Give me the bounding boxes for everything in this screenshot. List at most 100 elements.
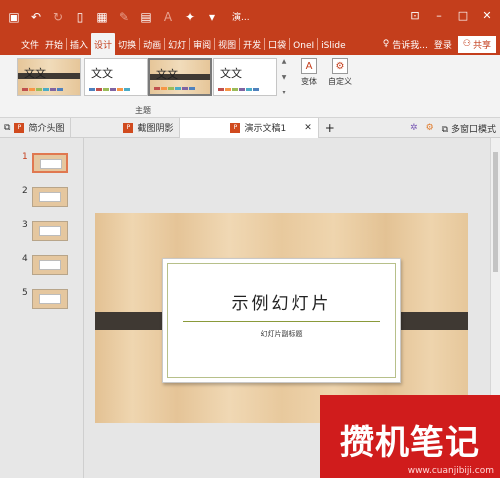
- slide-thumbnail[interactable]: 1: [0, 148, 84, 176]
- variants-label: 变体: [301, 77, 317, 86]
- doc-tabs-right: ✲ ⚙ ⧉ 多窗口模式: [410, 118, 496, 138]
- tab-view[interactable]: 视图: [215, 33, 239, 55]
- slide-number: 5: [22, 288, 28, 298]
- theme-option-3-selected[interactable]: 文文: [148, 58, 212, 96]
- ribbon-display-icon[interactable]: ⊡: [408, 8, 422, 22]
- add-tab-icon[interactable]: +: [325, 121, 335, 135]
- tab-file[interactable]: 文件: [18, 33, 42, 55]
- lightbulb-icon: ♀: [382, 39, 390, 49]
- multi-window-label: 多窗口模式: [450, 124, 496, 135]
- powerpoint-icon: P: [123, 122, 134, 133]
- theme-color-bars: [22, 88, 63, 91]
- tab-islide[interactable]: iSlide: [318, 33, 348, 55]
- gallery-more-icon[interactable]: ▾: [282, 89, 285, 96]
- theme-label: 文文: [156, 68, 178, 81]
- tabs-right: ♀ 告诉我... 登录 ⚇ 共享: [383, 35, 496, 53]
- theme-gallery-scroll: ▲ ▼ ▾: [280, 58, 288, 96]
- more-icon[interactable]: ▾: [204, 9, 220, 25]
- customize-icon: ⚙: [332, 58, 348, 74]
- slide-preview: [32, 289, 68, 309]
- tab-animations[interactable]: 动画: [140, 33, 164, 55]
- slide-preview-card: [39, 192, 61, 202]
- format-painter-icon[interactable]: ✎: [116, 9, 132, 25]
- picture-icon[interactable]: ▤: [138, 9, 154, 25]
- present-icon[interactable]: ▦: [94, 9, 110, 25]
- theme-label: 文文: [220, 67, 242, 80]
- slide-thumbnail[interactable]: 4: [0, 250, 84, 278]
- slide-right-band: [392, 312, 468, 330]
- share-label: 共享: [472, 40, 491, 51]
- save-icon[interactable]: ▣: [6, 9, 22, 25]
- variants-button[interactable]: A 变体: [294, 58, 324, 87]
- slide-thumbnail[interactable]: 2: [0, 182, 84, 210]
- tab-insert[interactable]: 插入: [67, 33, 91, 55]
- tab-review[interactable]: 审阅: [190, 33, 214, 55]
- quick-access-toolbar: ▣ ↶ ↻ ▯ ▦ ✎ ▤ A ✦ ▾ 演... ⊡ – □ ✕: [0, 0, 500, 33]
- theme-option-4[interactable]: 文文: [213, 58, 277, 96]
- scroll-up-icon[interactable]: ▲: [282, 58, 287, 65]
- customize-label: 自定义: [328, 77, 352, 86]
- scroll-down-icon[interactable]: ▼: [282, 74, 287, 81]
- slide-preview: [32, 255, 68, 275]
- tab-design[interactable]: 设计: [91, 33, 116, 55]
- redo-icon[interactable]: ↻: [50, 9, 66, 25]
- slide-preview: [32, 153, 68, 173]
- variants-icon: A: [301, 58, 317, 74]
- maximize-icon[interactable]: □: [456, 8, 470, 22]
- multi-window-button[interactable]: ⧉ 多窗口模式: [442, 122, 496, 135]
- tab-developer[interactable]: 开发: [240, 33, 264, 55]
- close-icon[interactable]: ✕: [480, 8, 494, 22]
- minimize-icon[interactable]: –: [432, 8, 446, 22]
- new-icon[interactable]: ▯: [72, 9, 88, 25]
- slide-title[interactable]: 示例幻灯片: [163, 289, 400, 314]
- slide-canvas[interactable]: 示例幻灯片 幻灯片副标题: [95, 213, 468, 423]
- slide-left-band: [95, 312, 171, 330]
- doc-tab-2[interactable]: P 截图阴影: [71, 117, 181, 138]
- tab-transitions[interactable]: 切换: [115, 33, 139, 55]
- theme-color-bars: [89, 88, 130, 91]
- tab-onenote[interactable]: OneI: [290, 33, 317, 55]
- watermark-logo: 攒机笔记 www.cuanjibiji.com: [320, 395, 500, 478]
- slide-thumbnail-pane: 1 2 3 4 5: [0, 138, 84, 478]
- close-tab-icon[interactable]: ✕: [304, 123, 312, 133]
- tell-me-box[interactable]: ♀ 告诉我...: [383, 38, 428, 51]
- font-color-icon[interactable]: A: [160, 9, 176, 25]
- slide-number: 2: [22, 186, 28, 196]
- document-tabs: ⧉ P 简介头图 P 截图阴影 P 演示文稿1 ✕ + ✲ ⚙ ⧉ 多窗口模式: [0, 117, 500, 138]
- slide-preview-card: [39, 226, 61, 236]
- undo-icon[interactable]: ↶: [28, 9, 44, 25]
- settings-icon[interactable]: ⚙: [426, 123, 434, 133]
- slide-preview: [32, 187, 68, 207]
- slide-preview-card: [39, 294, 61, 304]
- slide-thumbnail[interactable]: 5: [0, 284, 84, 312]
- theme-option-1[interactable]: 文文: [17, 58, 81, 96]
- customize-button[interactable]: ⚙ 自定义: [325, 58, 355, 87]
- slide-subtitle[interactable]: 幻灯片副标题: [163, 329, 400, 339]
- window-icon: ⧉: [441, 124, 449, 135]
- ribbon-tabs: 文件 开始 插入 设计 切换 动画 幻灯 审阅 视图 开发 口袋 OneI iS…: [0, 33, 500, 55]
- theme-option-2[interactable]: 文文: [84, 58, 148, 96]
- title-divider: [183, 321, 380, 322]
- theme-label: 文文: [24, 67, 46, 80]
- theme-color-bars: [154, 87, 195, 90]
- scrollbar-thumb[interactable]: [493, 152, 498, 272]
- doc-tab-label: 简介头图: [28, 124, 65, 134]
- tell-me-text: 告诉我...: [392, 40, 428, 51]
- tab-pocket[interactable]: 口袋: [265, 33, 289, 55]
- slide-thumbnail[interactable]: 3: [0, 216, 84, 244]
- plugin-icon[interactable]: ✲: [410, 123, 418, 133]
- window-controls: ⊡ – □ ✕: [408, 8, 494, 22]
- tab-list-icon[interactable]: ⧉: [4, 123, 10, 133]
- tab-home[interactable]: 开始: [42, 33, 66, 55]
- watermark-url: www.cuanjibiji.com: [407, 466, 494, 476]
- doc-tab-label: 演示文稿1: [244, 124, 287, 134]
- tab-slideshow[interactable]: 幻灯: [165, 33, 189, 55]
- share-button[interactable]: ⚇ 共享: [457, 35, 496, 53]
- login-link[interactable]: 登录: [434, 38, 452, 51]
- doc-tab-1[interactable]: ⧉ P 简介头图: [0, 117, 72, 138]
- title-card: 示例幻灯片 幻灯片副标题: [162, 258, 401, 383]
- ribbon-panel: 文文 文文 文文 文文 ▲ ▼ ▾ A 变体 ⚙ 自定义 主题: [0, 55, 500, 118]
- person-icon: ⚇: [462, 39, 471, 49]
- doc-tab-3-active[interactable]: P 演示文稿1 ✕: [180, 117, 319, 138]
- shapes-icon[interactable]: ✦: [182, 9, 198, 25]
